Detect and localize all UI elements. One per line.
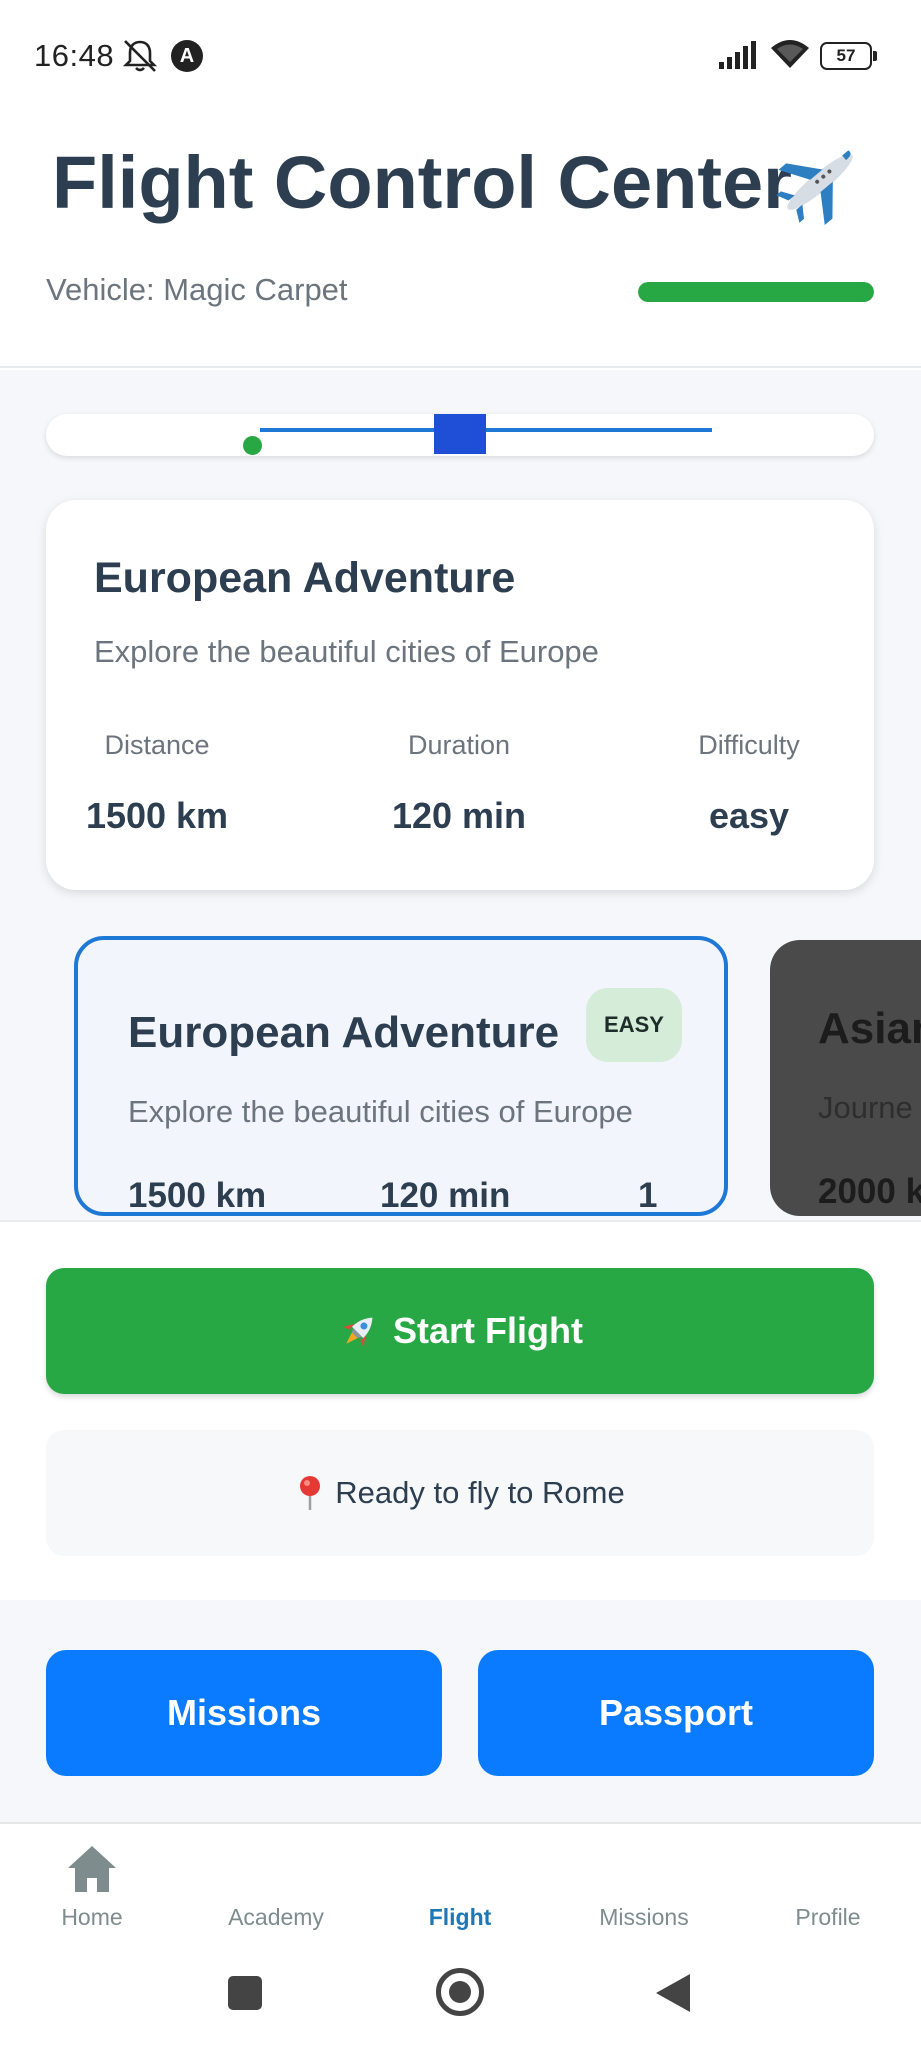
battery-level: 57 [836, 46, 856, 65]
start-flight-label: Start Flight [393, 1310, 583, 1351]
route-path-line [260, 428, 712, 432]
vehicle-label: Vehicle: Magic Carpet [46, 272, 348, 307]
recent-apps-icon[interactable] [228, 1976, 262, 2010]
flight-actions: Start Flight Ready to fly to Rome [0, 1220, 921, 1600]
route-card-duration: 120 min [380, 1176, 511, 1215]
route-card-count: 1 [638, 1176, 658, 1215]
passport-button[interactable]: Passport [478, 1650, 874, 1776]
main-content: European Adventure Explore the beautiful… [0, 370, 921, 1220]
tab-flight[interactable]: Flight [368, 1824, 552, 1958]
bottom-tab-bar: Home Academy Flight Missions Profile [0, 1822, 921, 1956]
tab-missions[interactable]: Missions [552, 1824, 736, 1958]
tab-academy-label: Academy [228, 1904, 324, 1930]
airplane-icon [776, 150, 853, 226]
missions-button[interactable]: Missions [46, 1650, 442, 1776]
stat-difficulty: Difficulty easy [674, 730, 824, 837]
tab-missions-label: Missions [599, 1904, 689, 1930]
status-time: 16:48 [34, 38, 115, 73]
tab-flight-label: Flight [428, 1904, 492, 1930]
route-card-title: European Adventure [128, 1008, 560, 1057]
home-button-icon[interactable] [436, 1968, 484, 2016]
route-card-title: Asian [818, 1004, 921, 1053]
tab-academy[interactable]: Academy [184, 1824, 368, 1958]
signal-icon [719, 41, 756, 69]
back-icon[interactable] [656, 1974, 690, 2012]
quick-nav: Missions Passport [0, 1600, 921, 1822]
route-info-title: European Adventure [94, 554, 516, 602]
route-info-description: Explore the beautiful cities of Europe [94, 634, 599, 669]
home-icon [68, 1846, 116, 1892]
tab-home[interactable]: Home [0, 1824, 184, 1958]
route-info-card: European Adventure Explore the beautiful… [46, 500, 874, 890]
stat-difficulty-value: easy [708, 795, 790, 836]
battery-icon: 57 [820, 42, 878, 70]
stat-difficulty-label: Difficulty [698, 730, 800, 760]
system-nav-bar [0, 1956, 921, 2048]
route-card-description: Journe [818, 1090, 913, 1125]
tab-profile[interactable]: Profile [736, 1824, 920, 1958]
rocket-icon [343, 1317, 373, 1347]
start-flight-button[interactable]: Start Flight [46, 1268, 874, 1394]
page-title: Flight Control Center [52, 141, 792, 224]
route-card-distance: 1500 km [128, 1176, 267, 1215]
vehicle-progress-bar [638, 282, 874, 302]
route-card-description: Explore the beautiful cities of Europe [128, 1094, 633, 1129]
bell-muted-icon [122, 40, 158, 72]
vehicle-position-marker[interactable] [434, 414, 486, 454]
stat-distance: Distance 1500 km [82, 730, 232, 837]
status-bar: 16:48 A 57 [0, 0, 921, 110]
flight-status: Ready to fly to Rome [46, 1430, 874, 1556]
route-carousel[interactable]: European Adventure EASY Explore the beau… [0, 930, 921, 1220]
route-card-distance: 2000 k [818, 1172, 921, 1211]
stat-duration: Duration 120 min [384, 730, 534, 837]
tab-home-label: Home [61, 1904, 123, 1930]
difficulty-badge: EASY [586, 988, 682, 1062]
route-card-asian[interactable]: Asian Journe 2000 k [770, 940, 921, 1216]
wifi-icon [771, 40, 809, 68]
route-progress-strip [46, 414, 874, 456]
route-start-dot [243, 436, 262, 455]
stat-duration-value: 120 min [391, 795, 527, 836]
pin-icon [300, 1476, 321, 1510]
tab-profile-label: Profile [795, 1904, 861, 1930]
stat-duration-label: Duration [407, 730, 511, 760]
flight-header: Flight Control Center Vehicle: Magic Car… [0, 110, 921, 368]
vehicle-progress-fill [638, 282, 874, 302]
route-card-european[interactable]: European Adventure EASY Explore the beau… [74, 936, 728, 1216]
stat-distance-label: Distance [104, 730, 210, 760]
stat-distance-value: 1500 km [85, 795, 229, 836]
app-notification-icon: A [171, 40, 203, 72]
flight-status-text: Ready to fly to Rome [335, 1475, 625, 1510]
